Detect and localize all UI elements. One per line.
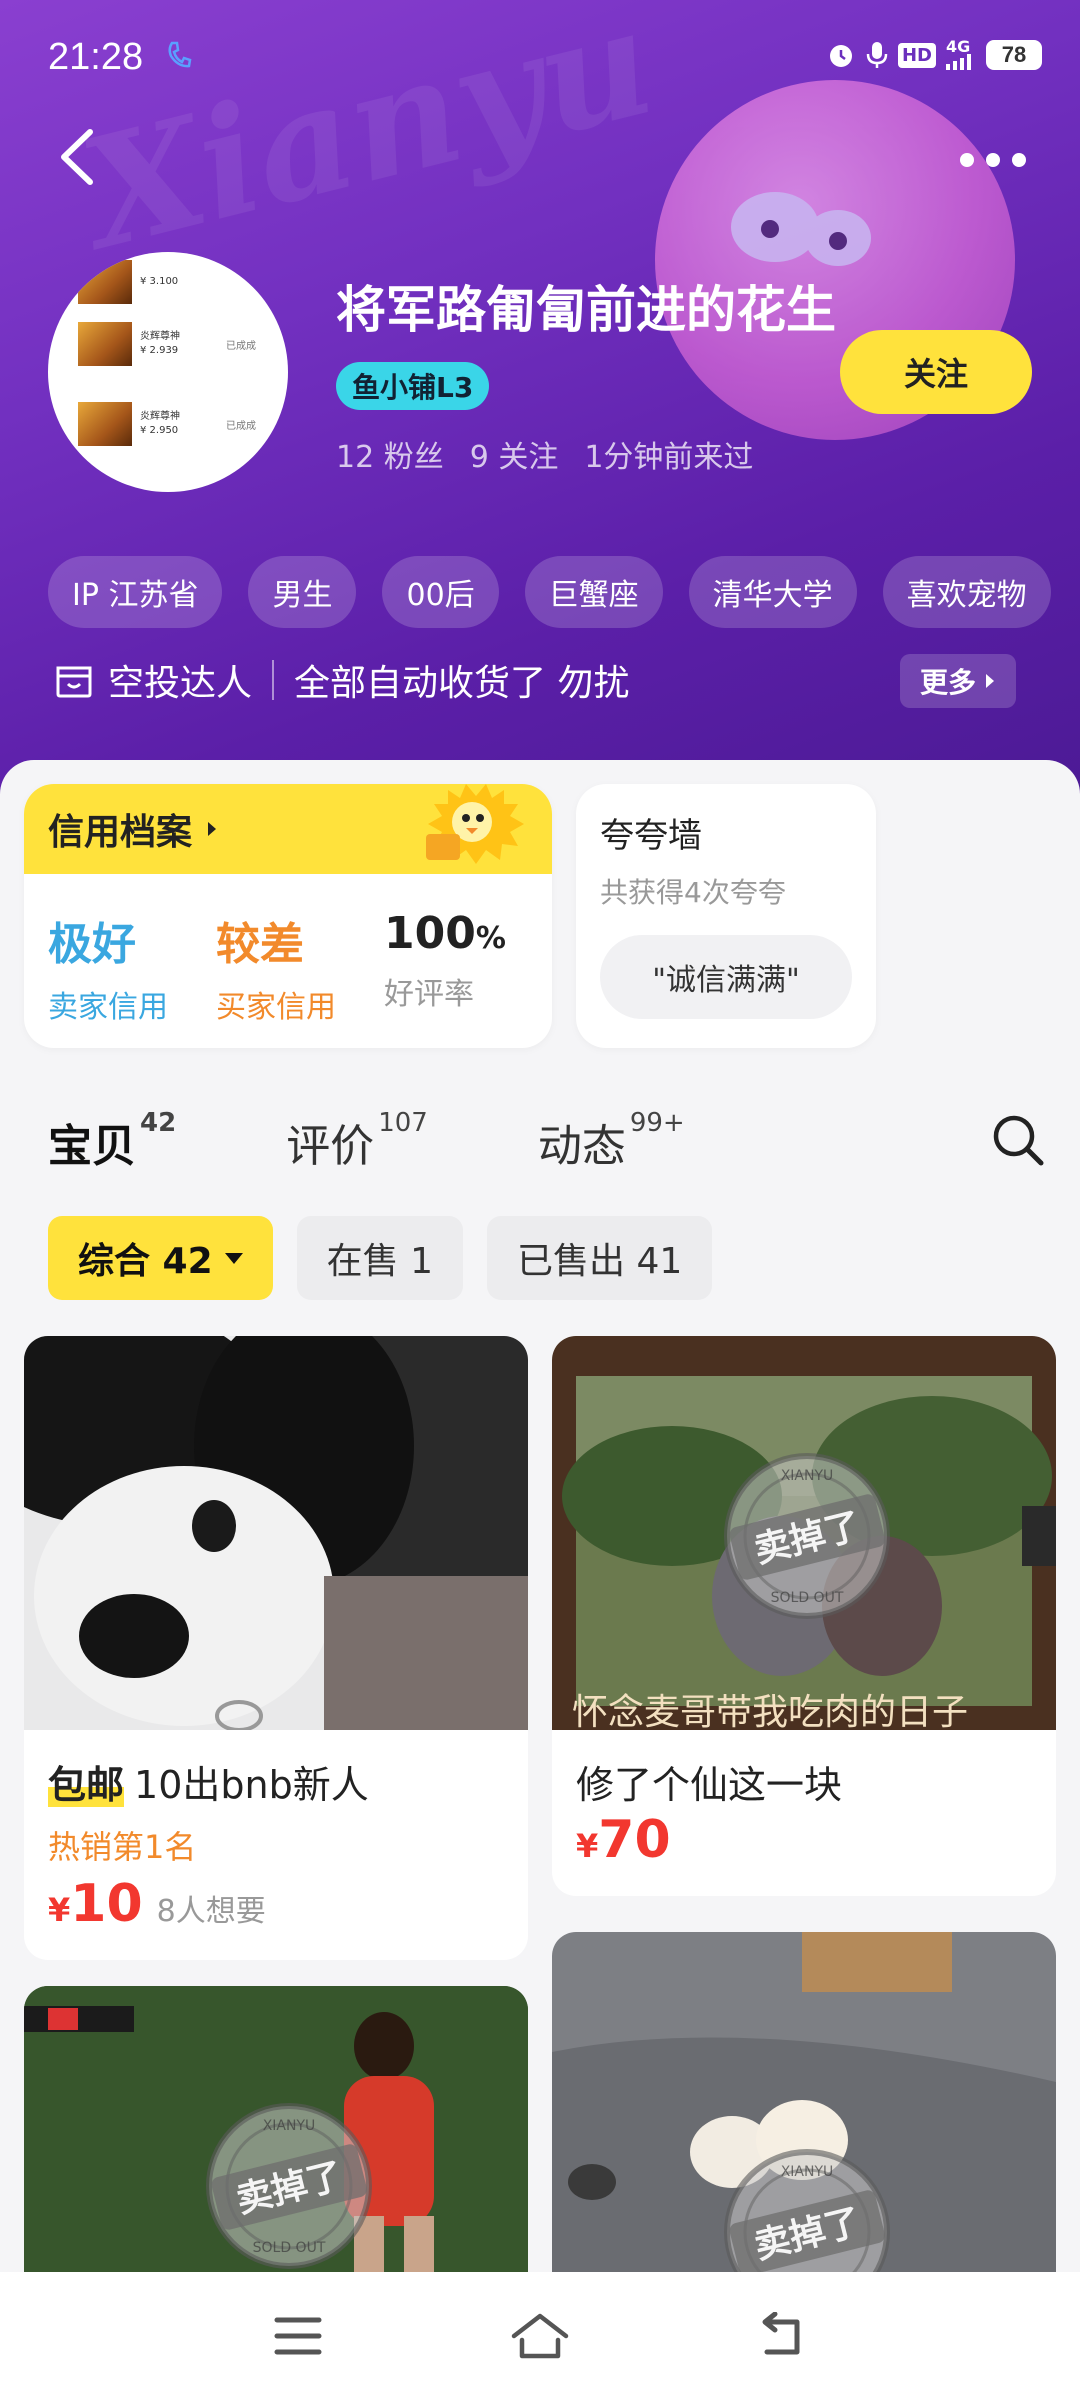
home-icon[interactable] bbox=[510, 2310, 570, 2362]
search-icon[interactable] bbox=[988, 1110, 1048, 1170]
product-price: ¥10 8人想要 bbox=[48, 1874, 266, 1934]
microphone-icon bbox=[866, 42, 888, 68]
filter-sold[interactable]: 已售出 41 bbox=[487, 1216, 713, 1300]
tab-items[interactable]: 宝贝 42 bbox=[48, 1108, 176, 1174]
image-caption: 怀念麦哥带我吃肉的日子 bbox=[572, 1692, 968, 1730]
want-count: 8人想要 bbox=[156, 1894, 266, 1929]
back-nav-icon[interactable] bbox=[757, 2312, 807, 2360]
menu-icon[interactable] bbox=[273, 2314, 323, 2358]
alarm-icon bbox=[829, 45, 852, 67]
battery-indicator: 78 bbox=[986, 40, 1042, 70]
svg-text:XIANYU: XIANYU bbox=[781, 2164, 834, 2180]
seller-credit: 极好 卖家信用 bbox=[48, 919, 168, 1025]
item-filters: 综合 42 在售 1 已售出 41 bbox=[48, 1216, 713, 1300]
product-price: ¥70 bbox=[576, 1810, 671, 1870]
content-sheet: 信用档案 极好 卖家信用 较差 买家信用 100% 好评率 夸夸墙 共获得4次夸… bbox=[0, 760, 1080, 2400]
tag-hobby: 喜欢宠物 bbox=[882, 556, 1051, 628]
praise-title: 夸夸墙 bbox=[600, 816, 702, 856]
profile-stats: 12 粉丝 9 关注 1分钟前来过 bbox=[336, 432, 753, 476]
sold-out-stamp: 卖掉了 XIANYU SOLD OUT bbox=[206, 2103, 372, 2269]
call-icon bbox=[168, 41, 192, 68]
content-tabs: 宝贝 42 评价 107 动态 99+ bbox=[48, 1108, 1048, 1210]
caret-down-icon bbox=[224, 1252, 243, 1264]
signal-icon: 4G bbox=[946, 39, 976, 70]
mascot-eye bbox=[805, 210, 871, 266]
avatar-row: 炎辉尊神 ¥ 2.950 已成成 bbox=[78, 402, 268, 446]
credit-stats: 极好 卖家信用 较差 买家信用 100% 好评率 bbox=[24, 874, 552, 1026]
status-bar: 21:28 HD 4G 78 bbox=[0, 0, 1080, 120]
mascot-chick-icon bbox=[426, 784, 524, 864]
tag-school: 清华大学 bbox=[688, 556, 857, 628]
shop-box-icon bbox=[56, 666, 92, 698]
filter-on-sale[interactable]: 在售 1 bbox=[296, 1216, 463, 1300]
status-time: 21:28 bbox=[48, 36, 144, 78]
product-card[interactable]: 怀念麦哥带我吃肉的日子 卖掉了 XIANYU SOLD OUT 修了个仙这一块 … bbox=[552, 1336, 1056, 1896]
tag-age: 00后 bbox=[382, 556, 499, 628]
svg-text:XIANYU: XIANYU bbox=[263, 2118, 316, 2134]
credit-title: 信用档案 bbox=[48, 812, 193, 853]
mascot-eye bbox=[731, 192, 819, 262]
svg-text:XIANYU: XIANYU bbox=[781, 1468, 834, 1484]
positive-rate: 100% 好评率 bbox=[384, 908, 506, 1012]
avatar[interactable]: ¥ 3.100 炎辉尊神 ¥ 2.939 已成成 炎辉尊神 ¥ 2.950 已成成 bbox=[48, 252, 288, 492]
filter-all[interactable]: 综合 42 bbox=[48, 1216, 273, 1300]
bio-divider bbox=[272, 660, 275, 700]
back-button[interactable] bbox=[50, 122, 110, 192]
avatar-row: ¥ 3.100 bbox=[78, 260, 268, 304]
sold-out-stamp: 卖掉了 XIANYU SOLD OUT bbox=[724, 1453, 890, 1619]
svg-text:SOLD OUT: SOLD OUT bbox=[771, 1590, 844, 1606]
puppy-photo bbox=[24, 1336, 528, 1730]
following-count[interactable]: 9 关注 bbox=[470, 432, 559, 476]
avatar-row: 炎辉尊神 ¥ 2.939 已成成 bbox=[78, 322, 268, 366]
bio-text: 全部自动收货了 勿扰 bbox=[294, 663, 630, 704]
credit-card[interactable]: 信用档案 极好 卖家信用 较差 买家信用 100% 好评率 bbox=[24, 784, 552, 1048]
chevron-right-icon bbox=[208, 822, 217, 836]
tag-gender: 男生 bbox=[248, 556, 357, 628]
praise-wall-card[interactable]: 夸夸墙 共获得4次夸夸 "诚信满满" bbox=[576, 784, 876, 1048]
nickname: 将军路匍匐前进的花生 bbox=[336, 281, 836, 339]
more-bio-button[interactable]: 更多 bbox=[900, 654, 1017, 708]
bio: 空投达人 全部自动收货了 勿扰 bbox=[52, 650, 629, 710]
hot-rank-label: 热销第1名 bbox=[48, 1828, 197, 1866]
hd-badge: HD bbox=[897, 42, 936, 68]
last-active: 1分钟前来过 bbox=[584, 440, 754, 475]
bio-role: 空投达人 bbox=[108, 663, 253, 704]
chevron-right-icon bbox=[986, 674, 995, 688]
product-card[interactable]: 卖掉了 XIANYU bbox=[552, 1932, 1056, 2306]
status-icons: HD 4G 78 bbox=[826, 39, 1042, 70]
tab-reviews[interactable]: 评价 107 bbox=[286, 1108, 428, 1174]
system-nav-bar bbox=[0, 2272, 1080, 2400]
product-title: 修了个仙这一块 bbox=[576, 1763, 843, 1807]
fans-count[interactable]: 12 粉丝 bbox=[336, 432, 444, 476]
profile-tags: IP 江苏省 男生 00后 巨蟹座 清华大学 喜欢宠物 bbox=[48, 556, 1051, 628]
product-card[interactable]: 包邮 10出bnb新人 热销第1名 ¥10 8人想要 bbox=[24, 1336, 528, 1960]
free-shipping-badge: 包邮 bbox=[48, 1763, 125, 1807]
svg-text:SOLD OUT: SOLD OUT bbox=[253, 2240, 326, 2256]
product-card[interactable]: 卖掉了 XIANYU SOLD OUT bbox=[24, 1986, 528, 2306]
follow-button[interactable]: 关注 bbox=[840, 330, 1032, 414]
tag-ip: IP 江苏省 bbox=[48, 556, 223, 628]
shop-level-badge[interactable]: 鱼小铺L3 bbox=[336, 362, 490, 410]
tag-zodiac: 巨蟹座 bbox=[524, 556, 663, 628]
profile-header: Xianyu 21:28 HD 4G 78 ¥ 3.100 炎辉尊神 ¥ 2.93… bbox=[0, 0, 1080, 800]
more-options-button[interactable] bbox=[960, 140, 1040, 180]
praise-chip: "诚信满满" bbox=[600, 935, 852, 1019]
product-title: 包邮 10出bnb新人 bbox=[48, 1763, 369, 1807]
tab-moments[interactable]: 动态 99+ bbox=[538, 1108, 685, 1174]
praise-subtitle: 共获得4次夸夸 bbox=[600, 876, 786, 909]
buyer-credit: 较差 买家信用 bbox=[216, 919, 336, 1025]
